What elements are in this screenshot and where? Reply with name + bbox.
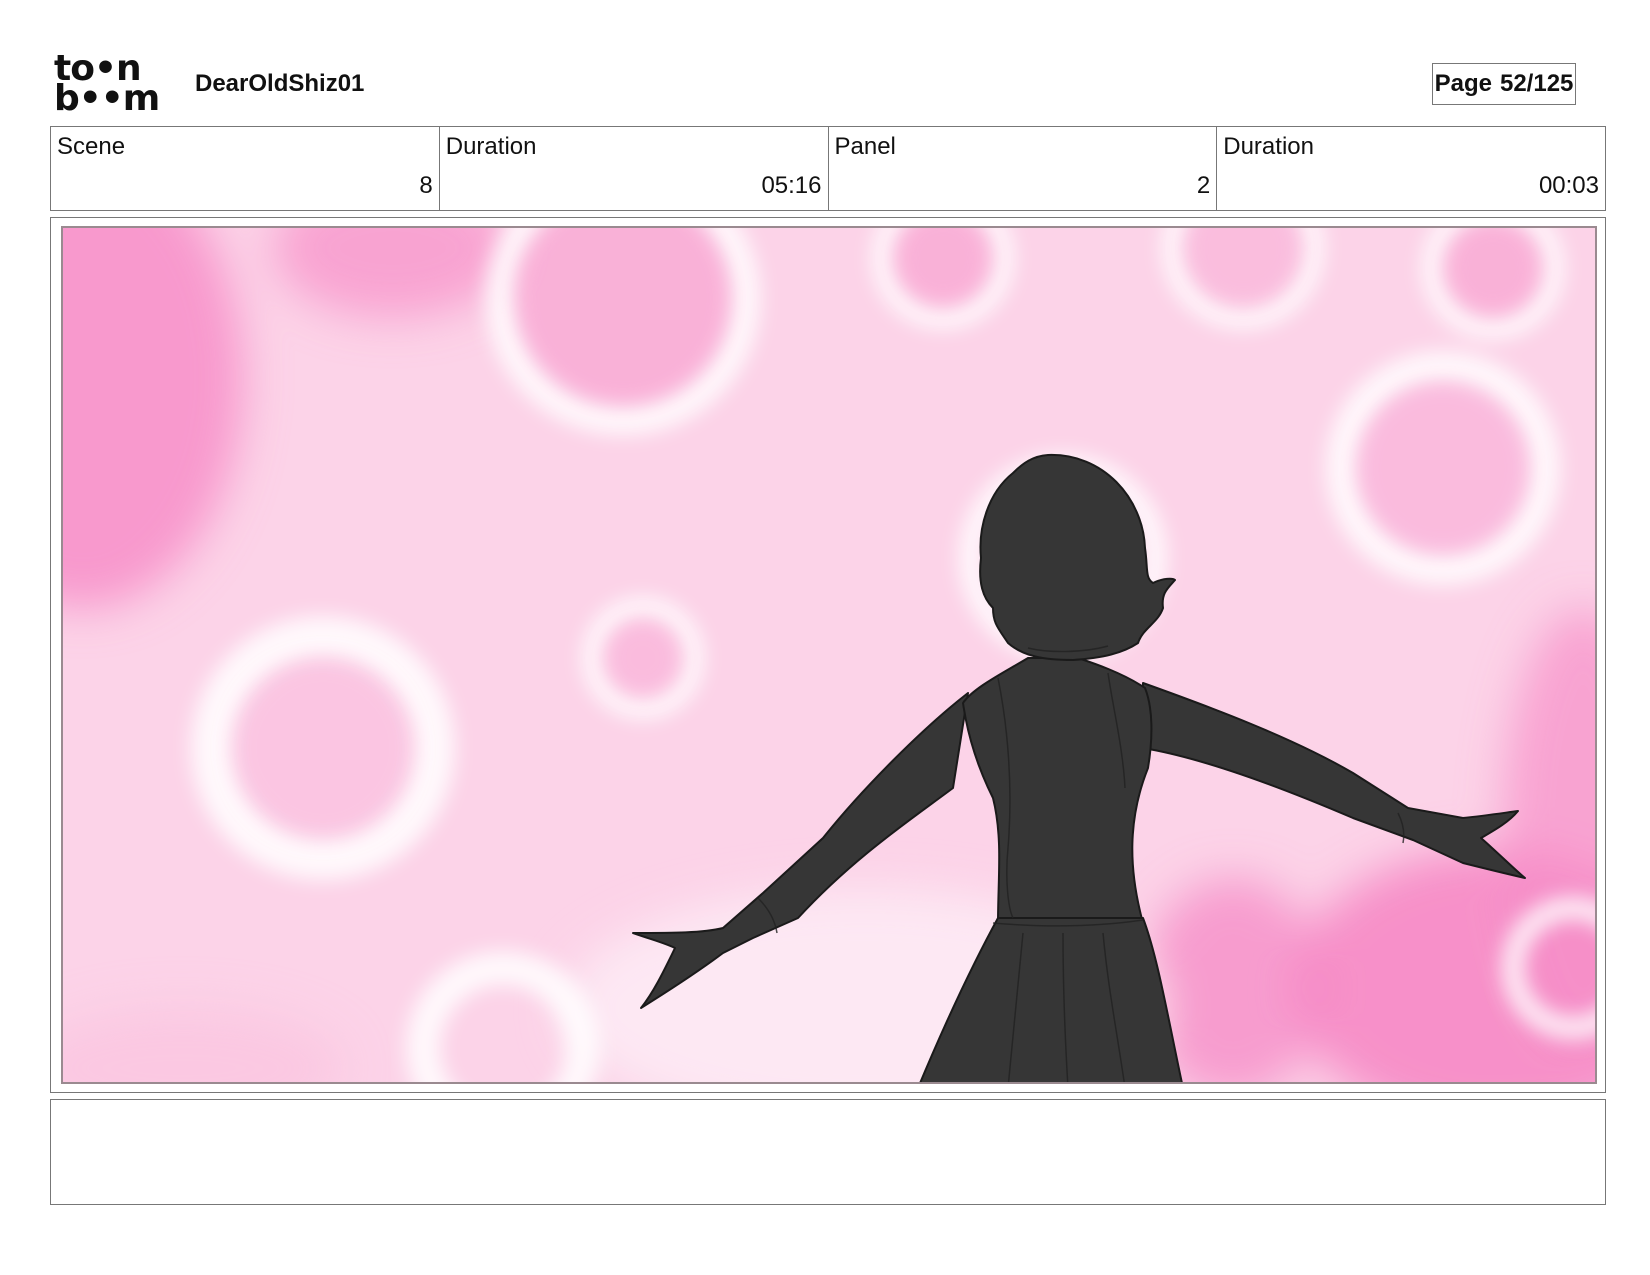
- storyboard-panel-image: [61, 226, 1597, 1084]
- panel-cell: Panel 2: [829, 127, 1218, 210]
- panel-duration-value: 00:03: [1538, 172, 1599, 199]
- panel-duration-cell: Duration 00:03: [1217, 127, 1605, 210]
- logo-line-2: b••m: [54, 78, 160, 119]
- panel-label: Panel: [834, 133, 896, 160]
- panel-value: 2: [1196, 172, 1211, 199]
- page-indicator: Page 52/125: [1432, 63, 1576, 105]
- page-number: 52/125: [1499, 70, 1574, 97]
- storyboard-panel-frame: [50, 217, 1606, 1093]
- scene-value: 8: [419, 172, 433, 199]
- scene-cell: Scene 8: [51, 127, 440, 210]
- project-title: DearOldShiz01: [195, 70, 365, 97]
- scene-duration-value: 05:16: [761, 172, 822, 199]
- scene-label: Scene: [57, 133, 126, 160]
- panel-info-row: Scene 8 Duration 05:16 Panel 2 Duration …: [50, 126, 1606, 211]
- scene-duration-label: Duration: [445, 133, 537, 160]
- panel-notes-box: [50, 1099, 1606, 1205]
- scene-duration-cell: Duration 05:16: [440, 127, 829, 210]
- page-label: Page: [1434, 70, 1492, 97]
- panel-artwork: [63, 228, 1595, 1082]
- toonboom-logo: to•n b••m: [54, 51, 170, 119]
- panel-duration-label: Duration: [1223, 133, 1314, 160]
